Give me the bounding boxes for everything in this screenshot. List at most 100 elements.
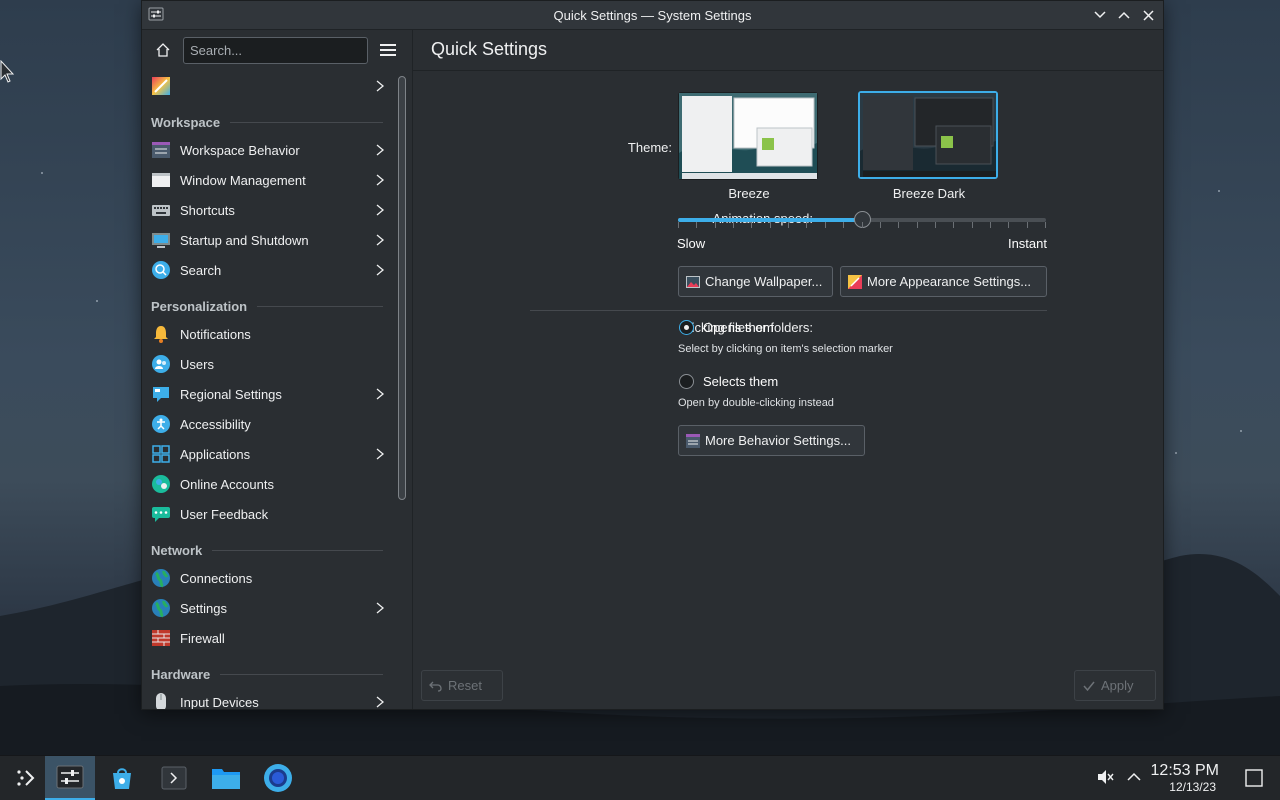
sidebar-item-shortcuts[interactable]: Shortcuts bbox=[142, 195, 390, 225]
close-button[interactable] bbox=[1139, 5, 1157, 25]
volume-muted-icon[interactable] bbox=[1095, 767, 1115, 790]
system-settings-icon bbox=[56, 765, 84, 789]
close-icon bbox=[1142, 9, 1154, 21]
slider-tick bbox=[917, 222, 918, 228]
store-bag-icon bbox=[113, 768, 131, 789]
apply-button[interactable]: Apply bbox=[1074, 670, 1156, 701]
chevron-up-icon bbox=[1118, 11, 1130, 19]
home-icon bbox=[156, 43, 170, 57]
sidebar-item-input-devices[interactable]: Input Devices bbox=[142, 687, 390, 709]
selects-them-radio[interactable] bbox=[679, 374, 694, 389]
slider-tick bbox=[733, 222, 734, 228]
wallpaper-icon bbox=[686, 275, 700, 288]
slider-tick bbox=[862, 222, 863, 228]
clock-time[interactable]: 12:53 PM bbox=[1151, 762, 1219, 780]
firewall-icon bbox=[151, 628, 171, 648]
sidebar: Workspace Workspace Behavior Window Mana… bbox=[142, 70, 412, 709]
hamburger-menu-button[interactable] bbox=[376, 38, 400, 62]
feedback-icon bbox=[151, 504, 171, 524]
appearance-icon bbox=[848, 274, 862, 289]
quick-settings-content: Theme: Breeze Breeze Dark Slow Instant C… bbox=[413, 70, 1162, 709]
system-settings-app-icon[interactable] bbox=[148, 6, 164, 22]
sidebar-item-window-management[interactable]: Window Management bbox=[142, 165, 390, 195]
slider-tick bbox=[751, 222, 752, 228]
chevron-right-icon bbox=[376, 448, 385, 460]
checkmark-icon bbox=[1083, 681, 1095, 691]
scrollbar-thumb[interactable] bbox=[398, 76, 406, 500]
taskbar-dolphin[interactable] bbox=[201, 756, 251, 800]
quick-settings-icon bbox=[151, 76, 171, 96]
theme-breeze-label: Breeze bbox=[728, 186, 770, 201]
sidebar-item-quick-settings[interactable] bbox=[142, 71, 390, 101]
sidebar-item-online-accounts[interactable]: Online Accounts bbox=[142, 469, 390, 499]
chevron-right-icon bbox=[376, 234, 385, 246]
chevron-right-icon bbox=[376, 388, 385, 400]
maximize-button[interactable] bbox=[1115, 5, 1133, 25]
chevron-right-icon bbox=[376, 174, 385, 186]
selects-them-label[interactable]: Selects them bbox=[703, 374, 778, 389]
title-bar[interactable]: Quick Settings — System Settings bbox=[142, 1, 1163, 30]
application-launcher-button[interactable] bbox=[0, 756, 50, 800]
chevron-right-icon bbox=[376, 264, 385, 276]
more-appearance-settings-button[interactable]: More Appearance Settings... bbox=[840, 266, 1047, 297]
page-title: Quick Settings bbox=[431, 39, 548, 59]
sidebar-item-users[interactable]: Users bbox=[142, 349, 390, 379]
slider-tick bbox=[1027, 222, 1028, 228]
taskbar-discover[interactable] bbox=[97, 756, 147, 800]
change-wallpaper-button[interactable]: Change Wallpaper... bbox=[678, 266, 833, 297]
slider-tick bbox=[788, 222, 789, 228]
chevron-down-icon bbox=[1094, 11, 1106, 19]
taskbar-system-settings[interactable] bbox=[45, 756, 95, 800]
taskbar: 12:53 PM 12/13/23 bbox=[0, 755, 1280, 800]
sidebar-item-connections[interactable]: Connections bbox=[142, 563, 390, 593]
theme-breeze-dark-thumbnail[interactable] bbox=[858, 91, 998, 179]
mouse-icon bbox=[151, 692, 171, 709]
section-header-workspace: Workspace bbox=[151, 112, 383, 132]
sidebar-item-workspace-behavior[interactable]: Workspace Behavior bbox=[142, 135, 390, 165]
header-bar bbox=[142, 30, 1163, 71]
sidebar-item-notifications[interactable]: Notifications bbox=[142, 319, 390, 349]
sidebar-item-accessibility[interactable]: Accessibility bbox=[142, 409, 390, 439]
sidebar-item-regional-settings[interactable]: Regional Settings bbox=[142, 379, 390, 409]
system-tray-expand-icon[interactable] bbox=[1126, 769, 1142, 788]
sidebar-item-network-settings[interactable]: Settings bbox=[142, 593, 390, 623]
keyboard-icon bbox=[151, 200, 171, 220]
sidebar-scrollbar[interactable] bbox=[398, 76, 406, 702]
slider-tick bbox=[1008, 222, 1009, 228]
system-settings-window: Quick Settings — System Settings Quick S… bbox=[141, 0, 1164, 710]
show-desktop-icon[interactable] bbox=[1245, 769, 1263, 790]
startup-icon bbox=[151, 230, 171, 250]
section-header-hardware: Hardware bbox=[151, 664, 383, 684]
sidebar-item-firewall[interactable]: Firewall bbox=[142, 623, 390, 653]
search-input[interactable] bbox=[183, 36, 368, 64]
reset-button[interactable]: Reset bbox=[421, 670, 503, 701]
sidebar-item-startup-shutdown[interactable]: Startup and Shutdown bbox=[142, 225, 390, 255]
section-header-personalization: Personalization bbox=[151, 296, 383, 316]
launcher-icon bbox=[17, 770, 35, 786]
sidebar-item-user-feedback[interactable]: User Feedback bbox=[142, 499, 390, 529]
minimize-button[interactable] bbox=[1091, 5, 1109, 25]
theme-breeze-dark-label: Breeze Dark bbox=[892, 186, 966, 201]
more-behavior-settings-button[interactable]: More Behavior Settings... bbox=[678, 425, 865, 456]
taskbar-browser[interactable] bbox=[253, 756, 303, 800]
opens-them-radio[interactable] bbox=[679, 320, 694, 335]
mouse-cursor bbox=[0, 60, 15, 83]
animation-slow-label: Slow bbox=[677, 236, 706, 251]
accessibility-icon bbox=[151, 414, 171, 434]
slider-tick bbox=[825, 222, 826, 228]
window-management-icon bbox=[151, 170, 171, 190]
slider-tick bbox=[972, 222, 973, 228]
sidebar-item-search[interactable]: Search bbox=[142, 255, 390, 285]
chevron-right-icon bbox=[376, 80, 385, 92]
regional-icon bbox=[151, 384, 171, 404]
theme-breeze-thumbnail[interactable] bbox=[678, 92, 818, 180]
taskbar-terminal[interactable] bbox=[149, 756, 199, 800]
opens-them-label[interactable]: Opens them bbox=[703, 320, 774, 335]
browser-icon bbox=[264, 764, 292, 792]
slider-tick bbox=[715, 222, 716, 228]
sidebar-item-applications[interactable]: Applications bbox=[142, 439, 390, 469]
slider-tick bbox=[935, 222, 936, 228]
home-button[interactable] bbox=[151, 38, 175, 62]
slider-tick bbox=[1045, 222, 1046, 228]
clock-date[interactable]: 12/13/23 bbox=[1169, 780, 1216, 794]
